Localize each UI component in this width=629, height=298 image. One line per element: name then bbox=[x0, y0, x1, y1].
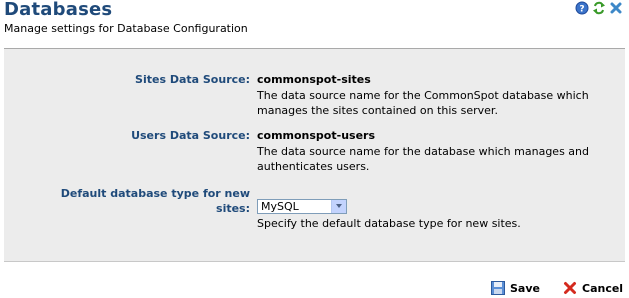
users-description-line-2: authenticates users. bbox=[257, 160, 370, 173]
cancel-label: Cancel bbox=[582, 281, 624, 295]
refresh-icon[interactable] bbox=[592, 1, 606, 15]
default-db-type-select[interactable]: MySQL bbox=[257, 199, 347, 214]
cancel-button[interactable]: Cancel bbox=[563, 281, 623, 295]
default-db-type-label-line-2: sites: bbox=[216, 202, 250, 215]
default-db-type-description: Specify the default database type for ne… bbox=[257, 217, 521, 230]
svg-text:?: ? bbox=[579, 5, 584, 15]
users-description-line-1: The data source name for the database wh… bbox=[257, 145, 589, 158]
default-db-type-label-line-1: Default database type for new bbox=[60, 187, 250, 200]
close-icon[interactable] bbox=[609, 1, 623, 15]
users-data-source-description: The data source name for the database wh… bbox=[257, 144, 589, 174]
help-icon[interactable]: ? bbox=[575, 1, 589, 15]
page-subtitle: Manage settings for Database Configurati… bbox=[4, 22, 248, 35]
sites-data-source-label: Sites Data Source: bbox=[135, 73, 250, 86]
save-button[interactable]: Save bbox=[491, 281, 540, 295]
sites-data-source-value: commonspot-sites bbox=[257, 73, 371, 86]
header-icons: ? bbox=[575, 1, 623, 15]
default-db-type-selected-value: MySQL bbox=[261, 200, 299, 213]
chevron-down-icon[interactable] bbox=[331, 200, 346, 213]
default-db-type-label: Default database type for new sites: bbox=[61, 186, 250, 216]
sites-data-source-description: The data source name for the CommonSpot … bbox=[257, 88, 589, 118]
save-icon bbox=[491, 281, 505, 295]
cancel-icon bbox=[564, 282, 576, 294]
users-data-source-label: Users Data Source: bbox=[131, 129, 250, 142]
save-label: Save bbox=[510, 281, 540, 295]
page-header: Databases Manage settings for Database C… bbox=[0, 0, 629, 48]
sites-description-line-2: manages the sites contained on this serv… bbox=[257, 104, 498, 117]
settings-panel: Sites Data Source: commonspot-sites The … bbox=[4, 48, 625, 262]
users-data-source-value: commonspot-users bbox=[257, 129, 376, 142]
page-title: Databases bbox=[4, 0, 113, 20]
sites-description-line-1: The data source name for the CommonSpot … bbox=[257, 89, 589, 102]
